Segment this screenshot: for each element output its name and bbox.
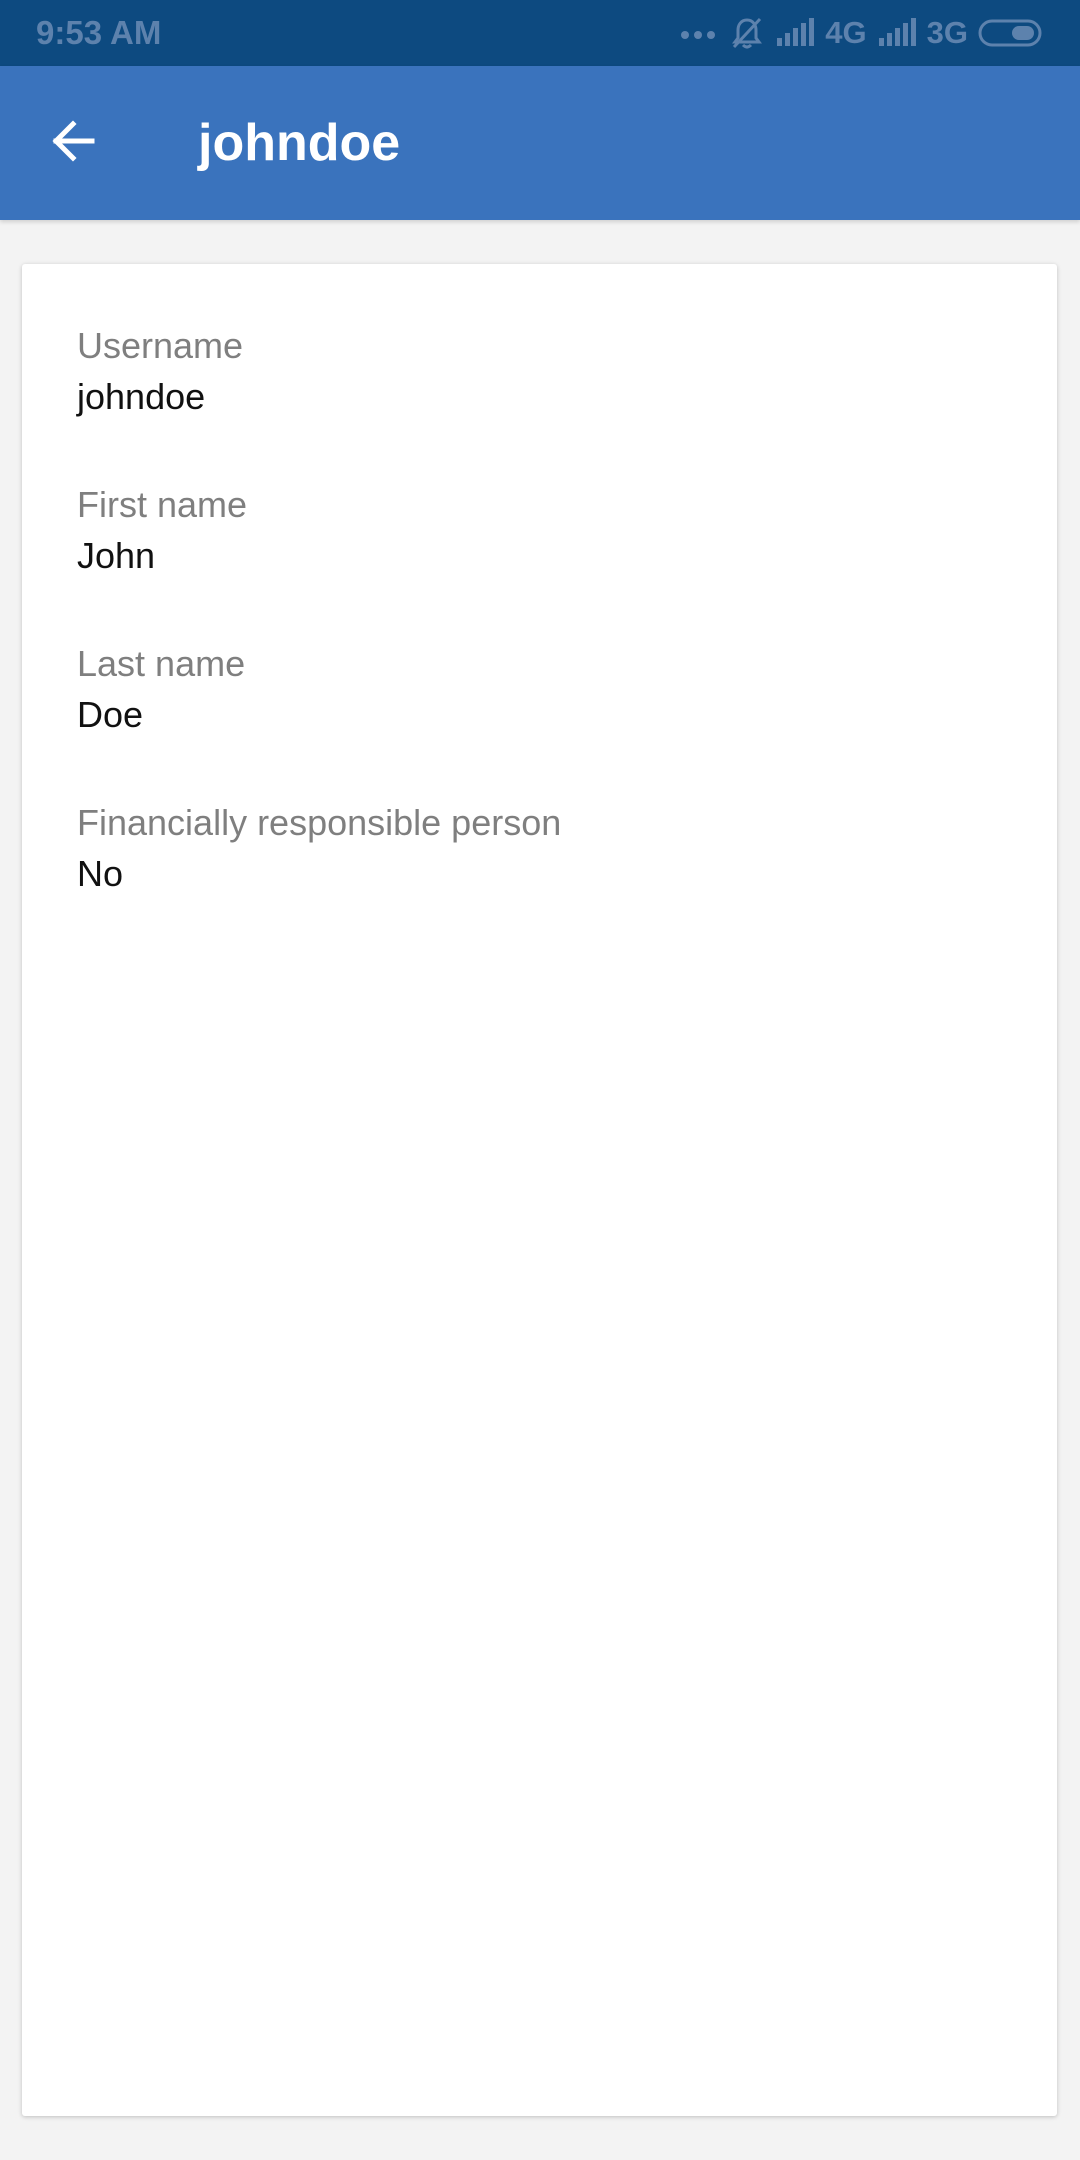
field-label: Username — [77, 325, 244, 366]
field-value: johndoe — [77, 376, 206, 418]
battery-icon — [978, 18, 1044, 48]
network-type-4g: 4G — [825, 15, 867, 50]
status-bar: 9:53 AM 4G 3G — [0, 0, 1080, 66]
page-title: johndoe — [198, 114, 401, 172]
notifications-off-icon — [729, 15, 765, 51]
field-label: Financially responsible person — [77, 802, 562, 843]
status-icons: 4G 3G — [679, 12, 1044, 54]
field-value: No — [77, 853, 124, 895]
signal-icon — [775, 18, 815, 48]
network-type-3g: 3G — [926, 15, 968, 50]
financially-responsible-field: Financially responsible person No — [77, 801, 561, 895]
field-label: Last name — [77, 643, 246, 684]
more-dots-icon — [679, 26, 719, 40]
signal-icon — [877, 18, 917, 48]
username-field: Username johndoe — [77, 324, 243, 418]
field-value: Doe — [77, 694, 144, 736]
last-name-field: Last name Doe — [77, 642, 245, 736]
field-value: John — [77, 535, 156, 577]
status-time: 9:53 AM — [36, 14, 162, 51]
field-label: First name — [77, 484, 248, 525]
first-name-field: First name John — [77, 483, 247, 577]
user-details-card: Username johndoe First name John Last na… — [22, 264, 1057, 2116]
arrow-back-icon — [50, 117, 98, 170]
back-button[interactable] — [36, 111, 112, 175]
app-bar: johndoe — [0, 66, 1080, 220]
